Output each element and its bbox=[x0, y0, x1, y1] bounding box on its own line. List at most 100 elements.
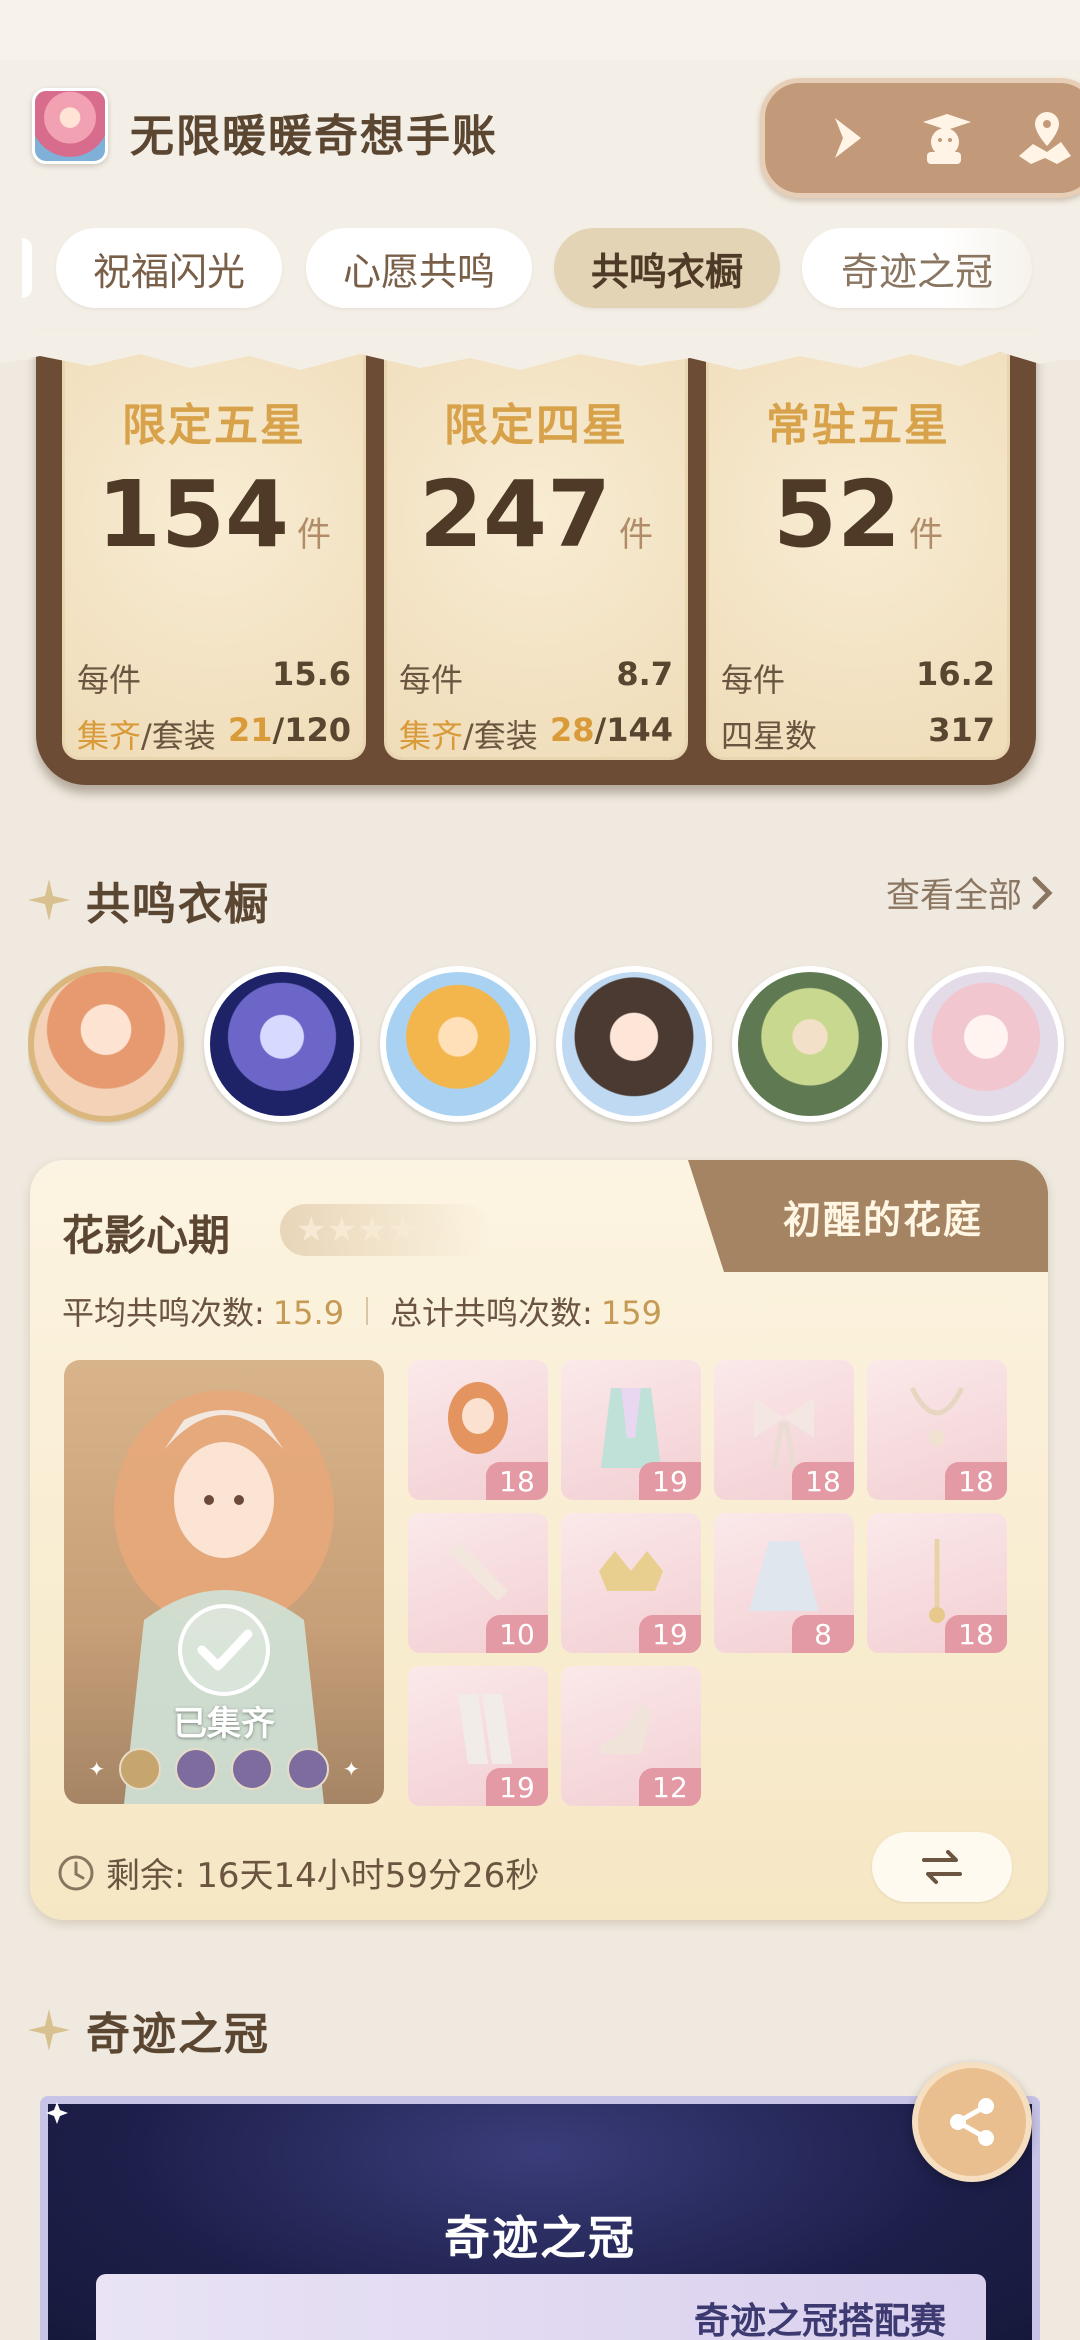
set-avatar[interactable] bbox=[908, 966, 1064, 1122]
share-button[interactable] bbox=[912, 2062, 1032, 2182]
crown-sub-panel: 奇迹之冠搭配赛 bbox=[96, 2274, 986, 2340]
ability-icon[interactable] bbox=[119, 1748, 161, 1790]
set-star-rating: ★★★★★ bbox=[280, 1204, 490, 1256]
stat-card-standard-5star: 常驻五星 52 件 每件 16.2 四星数 317 bbox=[706, 350, 1010, 760]
stat-value: 247 件 bbox=[387, 461, 685, 568]
time-remaining: 剩余: 16天14小时59分26秒 bbox=[56, 1848, 539, 1897]
set-portrait[interactable]: 已集齐 ✦ ✦ bbox=[64, 1360, 384, 1804]
stat-card-limited-5star: 限定五星 154 件 每件 15.6 集齐/套装 21/120 bbox=[62, 350, 366, 760]
four-star-value: 317 bbox=[928, 711, 995, 749]
crown-card-subtitle: 奇迹之冠搭配赛 bbox=[693, 2301, 946, 2340]
stat-unit: 件 bbox=[297, 515, 332, 555]
sparkle-icon bbox=[28, 879, 70, 921]
set-item[interactable]: 8 bbox=[714, 1513, 854, 1653]
set-label: /套装 bbox=[463, 717, 538, 755]
set-avatar[interactable] bbox=[732, 966, 888, 1122]
ability-icon[interactable] bbox=[175, 1748, 217, 1790]
item-count-badge: 10 bbox=[486, 1615, 548, 1653]
stat-per-row: 每件 8.7 bbox=[399, 655, 673, 701]
timer-text: 剩余: 16天14小时59分26秒 bbox=[106, 1856, 540, 1896]
set-done: 28 bbox=[549, 711, 595, 749]
item-count-badge: 19 bbox=[486, 1768, 548, 1806]
ability-icons: ✦ ✦ bbox=[64, 1748, 384, 1790]
set-avatar[interactable] bbox=[556, 966, 712, 1122]
stat-card-limited-4star: 限定四星 247 件 每件 8.7 集齐/套装 28/144 bbox=[384, 350, 688, 760]
stat-set-row: 集齐/套装 28/144 bbox=[399, 711, 673, 757]
earring-item-art bbox=[929, 1539, 945, 1623]
set-item[interactable]: 19 bbox=[561, 1513, 701, 1653]
play-button[interactable] bbox=[805, 98, 885, 178]
stat-unit: 件 bbox=[619, 515, 654, 555]
collected-label: 集齐 bbox=[77, 717, 142, 755]
ability-icon[interactable] bbox=[231, 1748, 273, 1790]
set-item[interactable]: 18 bbox=[867, 1360, 1007, 1500]
swap-button[interactable] bbox=[872, 1832, 1012, 1902]
set-detail-card: 初醒的花庭 花影心期 ★★★★★ 平均共鸣次数: 15.9 总计共鸣次数: 159 … bbox=[30, 1160, 1048, 1920]
item-count-badge: 18 bbox=[486, 1462, 548, 1500]
set-name: 花影心期 bbox=[62, 1211, 231, 1260]
section-title: 共鸣衣橱 bbox=[86, 879, 270, 930]
guide-button[interactable] bbox=[905, 98, 985, 178]
set-item[interactable]: 18 bbox=[714, 1360, 854, 1500]
collected-status: 已集齐 bbox=[173, 1704, 275, 1744]
stockings-item-art bbox=[458, 1694, 512, 1764]
set-item[interactable]: 10 bbox=[408, 1513, 548, 1653]
per-label: 每件 bbox=[77, 661, 142, 699]
app-title: 无限暖暖奇想手账 bbox=[130, 111, 498, 162]
header: 无限暖暖奇想手账 祝福闪光 心愿共鸣 共鸣衣橱 奇迹之冠 bbox=[0, 60, 1080, 360]
tab-scroll-hint bbox=[22, 238, 32, 298]
collected-label: 集齐 bbox=[399, 717, 464, 755]
chevron-right-icon bbox=[1032, 876, 1053, 909]
stat-per-row: 每件 15.6 bbox=[77, 655, 351, 701]
map-button[interactable] bbox=[1005, 98, 1080, 178]
graduate-dog-icon bbox=[923, 114, 971, 164]
set-avatar[interactable] bbox=[380, 966, 536, 1122]
avg-label: 平均共鸣次数: bbox=[62, 1294, 265, 1332]
set-done: 21 bbox=[227, 711, 273, 749]
set-item[interactable]: 19 bbox=[561, 1360, 701, 1500]
section-title: 奇迹之冠 bbox=[86, 2009, 270, 2060]
gloves-item-art bbox=[448, 1541, 508, 1601]
item-count-badge: 19 bbox=[639, 1462, 701, 1500]
tab-wish-resonance[interactable]: 心愿共鸣 bbox=[306, 228, 532, 308]
status-bar bbox=[0, 0, 1080, 60]
tab-blessing-flash[interactable]: 祝福闪光 bbox=[56, 228, 282, 308]
bow-item-art bbox=[754, 1398, 814, 1469]
divider bbox=[366, 1297, 369, 1325]
stat-title: 限定四星 bbox=[444, 400, 628, 451]
crown-section-header: 奇迹之冠 bbox=[26, 1998, 270, 2062]
set-label: /套装 bbox=[141, 717, 216, 755]
skirt-item-art bbox=[749, 1541, 819, 1611]
stat-count: 52 bbox=[772, 461, 902, 568]
set-item[interactable]: 18 bbox=[867, 1513, 1007, 1653]
tab-resonance-wardrobe[interactable]: 共鸣衣橱 bbox=[554, 228, 780, 308]
set-avatar[interactable] bbox=[28, 966, 184, 1122]
miracle-crown-card[interactable]: 奇迹之冠 奇迹之冠搭配赛 bbox=[40, 2096, 1040, 2340]
sparkle-icon: ✦ bbox=[88, 1757, 105, 1781]
stat-set-row: 集齐/套装 21/120 bbox=[77, 711, 351, 757]
set-total: /144 bbox=[594, 711, 673, 749]
set-avatar[interactable] bbox=[204, 966, 360, 1122]
view-all-link[interactable]: 查看全部 bbox=[886, 868, 1054, 917]
play-icon bbox=[835, 118, 861, 158]
total-value: 159 bbox=[600, 1294, 662, 1332]
stat-title: 限定五星 bbox=[122, 400, 306, 451]
dress-item-art bbox=[601, 1388, 661, 1468]
ability-icon[interactable] bbox=[287, 1748, 329, 1790]
wardrobe-section-header: 共鸣衣橱 bbox=[26, 868, 270, 932]
set-avatar-list bbox=[28, 966, 1080, 1126]
total-label: 总计共鸣次数: bbox=[390, 1294, 593, 1332]
set-item[interactable]: 12 bbox=[561, 1666, 701, 1806]
crown-card-title: 奇迹之冠 bbox=[444, 2211, 636, 2265]
stat-unit: 件 bbox=[909, 515, 944, 555]
hair-item-art bbox=[448, 1382, 508, 1454]
per-label: 每件 bbox=[399, 661, 464, 699]
set-item[interactable]: 18 bbox=[408, 1360, 548, 1500]
item-count-badge: 18 bbox=[792, 1462, 854, 1500]
tab-miracle-crown[interactable]: 奇迹之冠 bbox=[802, 228, 1032, 308]
stat-title: 常驻五星 bbox=[766, 400, 950, 451]
tab-bar: 祝福闪光 心愿共鸣 共鸣衣橱 奇迹之冠 bbox=[0, 228, 1080, 312]
map-pin-icon bbox=[1019, 112, 1071, 164]
set-item[interactable]: 19 bbox=[408, 1666, 548, 1806]
necklace-item-art bbox=[909, 1386, 965, 1446]
